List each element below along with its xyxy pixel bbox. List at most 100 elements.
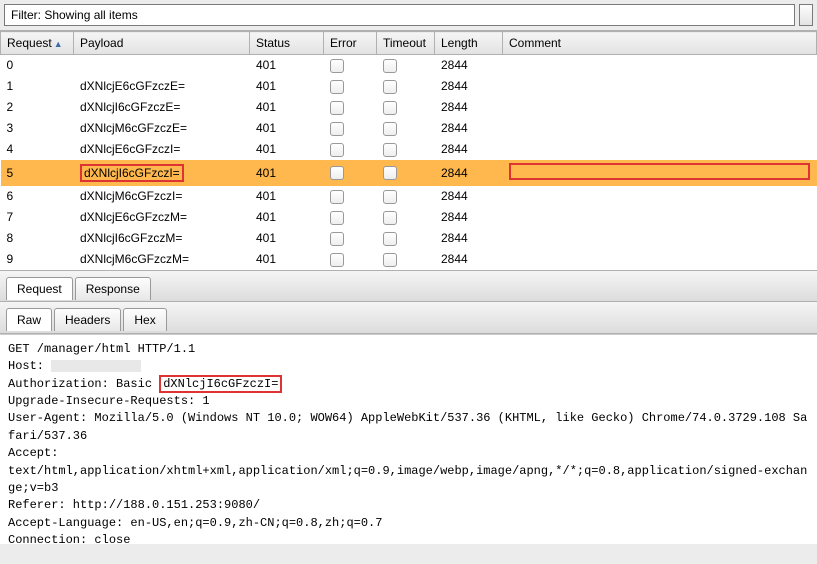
cell-error (324, 160, 377, 186)
cell-status: 401 (250, 160, 324, 186)
table-row[interactable]: 2dXNlcjI6cGFzczE=4012844 (1, 97, 817, 118)
raw-line: Connection: close (8, 533, 130, 544)
cell-timeout (377, 76, 435, 97)
col-payload[interactable]: Payload (74, 32, 250, 55)
highlighted-auth-value: dXNlcjI6cGFzczI= (159, 375, 282, 393)
cell-request: 7 (1, 207, 74, 228)
checkbox-icon (383, 101, 397, 115)
cell-comment (503, 186, 817, 207)
cell-request: 3 (1, 118, 74, 139)
view-tabs: RawHeadersHex (0, 302, 817, 334)
cell-status: 401 (250, 228, 324, 249)
checkbox-icon (383, 59, 397, 73)
col-request[interactable]: Request▲ (1, 32, 74, 55)
table-row[interactable]: 3dXNlcjM6cGFzczE=401 2844 (1, 118, 817, 139)
cell-length: 2844 (435, 228, 503, 249)
checkbox-icon (330, 211, 344, 225)
cell-comment (503, 118, 817, 139)
cell-error (324, 76, 377, 97)
tab-hex[interactable]: Hex (123, 308, 166, 331)
checkbox-icon (330, 80, 344, 94)
cell-error (324, 207, 377, 228)
raw-line: GET /manager/html HTTP/1.1 (8, 342, 195, 356)
cell-timeout (377, 118, 435, 139)
cell-status: 401 (250, 97, 324, 118)
cell-error (324, 139, 377, 160)
table-row[interactable]: 9dXNlcjM6cGFzczM=4012844 (1, 249, 817, 270)
checkbox-icon (383, 143, 397, 157)
cell-status: 401 (250, 207, 324, 228)
cell-timeout (377, 160, 435, 186)
raw-host-label: Host: (8, 359, 51, 373)
cell-request: 4 (1, 139, 74, 160)
message-tabs: RequestResponse (0, 270, 817, 302)
cell-payload: dXNlcjE6cGFzczE= (74, 76, 250, 97)
checkbox-icon (330, 101, 344, 115)
cell-length: 2844 (435, 186, 503, 207)
raw-line: text/html,application/xhtml+xml,applicat… (8, 464, 807, 495)
cell-length: 2844 (435, 97, 503, 118)
cell-payload: dXNlcjI6cGFzczM= (74, 228, 250, 249)
checkbox-icon (330, 232, 344, 246)
table-row[interactable]: 1dXNlcjE6cGFzczE=4012844 (1, 76, 817, 97)
raw-line: User-Agent: Mozilla/5.0 (Windows NT 10.0… (8, 411, 807, 442)
cell-length: 2844 (435, 249, 503, 270)
tab-headers[interactable]: Headers (54, 308, 121, 331)
cell-request: 9 (1, 249, 74, 270)
table-row[interactable]: 4dXNlcjE6cGFzczI=4012844 (1, 139, 817, 160)
cell-status: 401 (250, 55, 324, 76)
cell-payload: dXNlcjM6cGFzczI= (74, 186, 250, 207)
col-status[interactable]: Status (250, 32, 324, 55)
checkbox-icon (330, 166, 344, 180)
filter-clear-button[interactable] (799, 4, 813, 26)
col-comment[interactable]: Comment (503, 32, 817, 55)
cell-status: 401 (250, 249, 324, 270)
raw-request-pane[interactable]: GET /manager/html HTTP/1.1 Host: Authori… (0, 334, 817, 544)
cell-comment (503, 160, 817, 186)
table-row[interactable]: 8dXNlcjI6cGFzczM=401 2844 (1, 228, 817, 249)
cell-length: 2844 (435, 207, 503, 228)
table-row[interactable]: 7dXNlcjE6cGFzczM=4012844 (1, 207, 817, 228)
raw-auth-prefix: Authorization: Basic (8, 377, 159, 391)
checkbox-icon (383, 122, 397, 136)
cell-status: 401 (250, 118, 324, 139)
tab-request[interactable]: Request (6, 277, 73, 300)
cell-comment (503, 139, 817, 160)
raw-line: Accept: (8, 446, 58, 460)
checkbox-icon (330, 190, 344, 204)
tab-response[interactable]: Response (75, 277, 151, 300)
cell-payload: dXNlcjM6cGFzczE= (74, 118, 250, 139)
cell-timeout (377, 207, 435, 228)
cell-length: 2844 (435, 118, 503, 139)
checkbox-icon (330, 59, 344, 73)
tab-raw[interactable]: Raw (6, 308, 52, 331)
checkbox-icon (383, 253, 397, 267)
cell-error (324, 249, 377, 270)
table-row[interactable]: 5dXNlcjI6cGFzczI=4012844 (1, 160, 817, 186)
filter-input[interactable] (4, 4, 795, 26)
cell-comment (503, 76, 817, 97)
checkbox-icon (330, 143, 344, 157)
cell-request: 1 (1, 76, 74, 97)
cell-payload (74, 55, 250, 76)
checkbox-icon (383, 80, 397, 94)
cell-timeout (377, 249, 435, 270)
cell-comment (503, 207, 817, 228)
col-length[interactable]: Length (435, 32, 503, 55)
cell-request: 8 (1, 228, 74, 249)
cell-status: 401 (250, 76, 324, 97)
checkbox-icon (330, 253, 344, 267)
cell-request: 2 (1, 97, 74, 118)
filter-bar (0, 0, 817, 30)
checkbox-icon (383, 232, 397, 246)
cell-error (324, 55, 377, 76)
checkbox-icon (383, 166, 397, 180)
table-row[interactable]: 04012844 (1, 55, 817, 76)
col-timeout[interactable]: Timeout (377, 32, 435, 55)
cell-timeout (377, 55, 435, 76)
table-row[interactable]: 6dXNlcjM6cGFzczI=4012844 (1, 186, 817, 207)
col-error[interactable]: Error (324, 32, 377, 55)
cell-comment (503, 55, 817, 76)
cell-comment (503, 249, 817, 270)
cell-timeout (377, 228, 435, 249)
